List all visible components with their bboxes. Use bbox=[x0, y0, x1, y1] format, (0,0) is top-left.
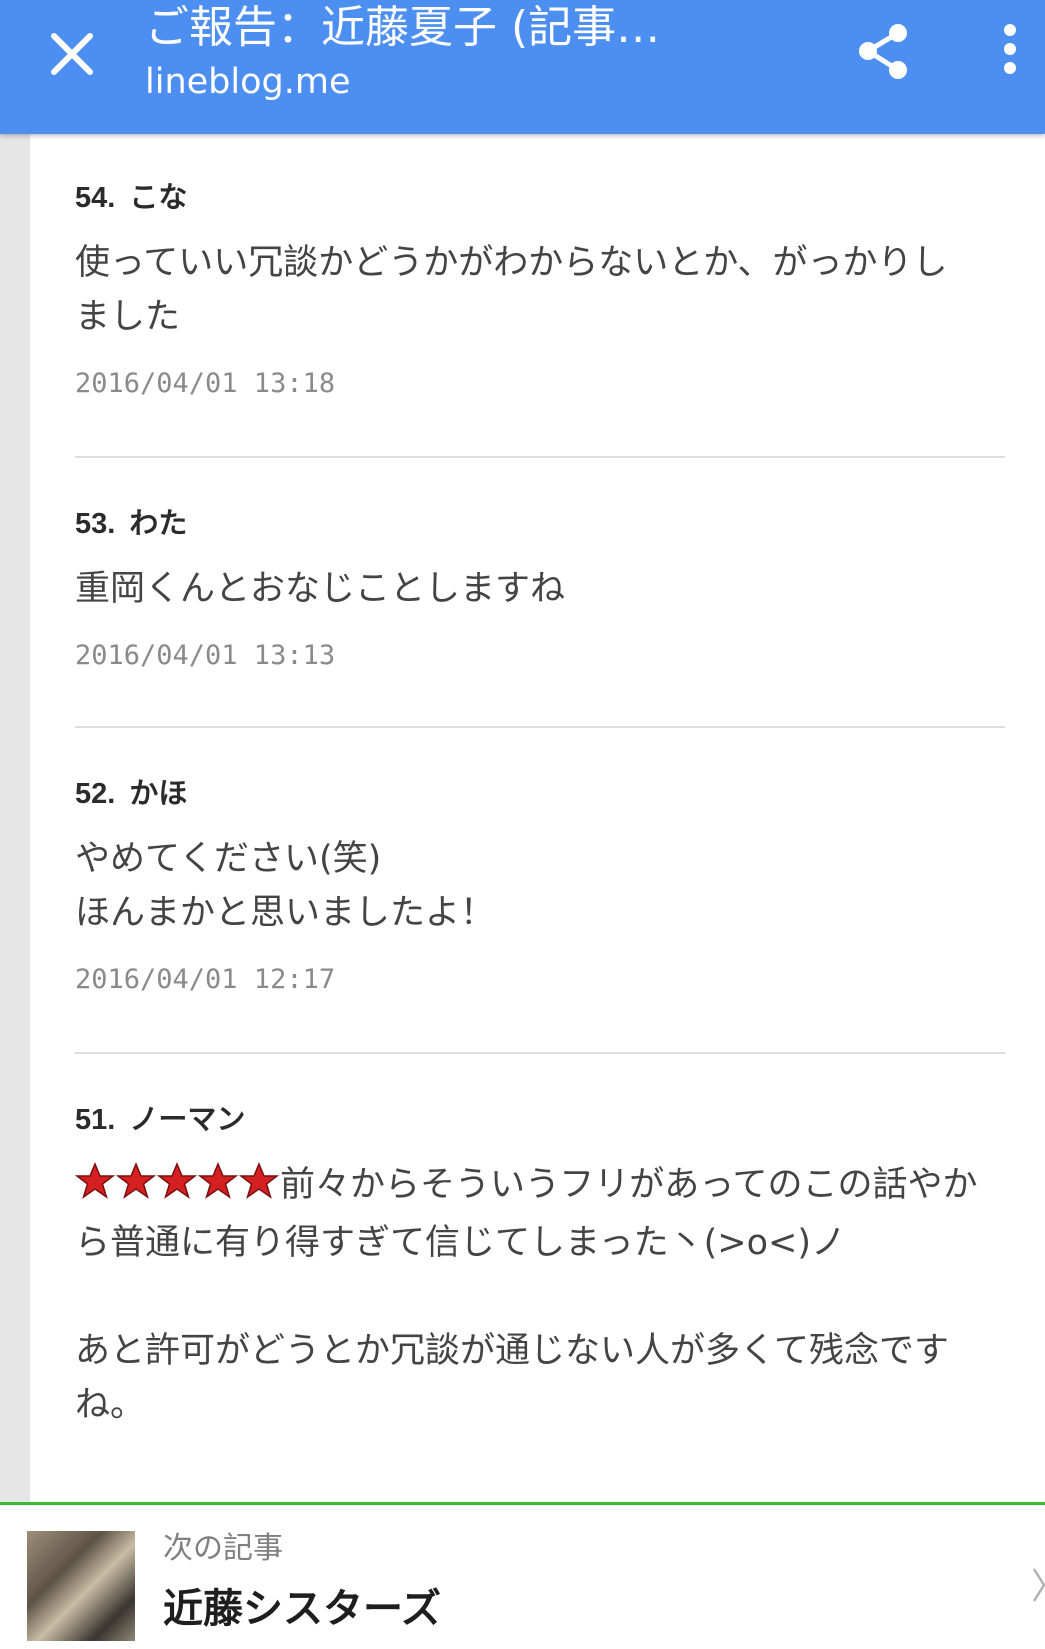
next-article-bar[interactable]: 次の記事 近藤シスターズ bbox=[0, 1502, 1045, 1649]
star-icon bbox=[116, 1162, 156, 1199]
comment-body: 重岡くんとおなじことしますね bbox=[75, 562, 1005, 616]
next-article-label: 次の記事 bbox=[163, 1531, 283, 1566]
star-icon bbox=[75, 1162, 115, 1199]
comment-number: 52. bbox=[75, 778, 116, 810]
comment-line: 使っていい冗談かどうかがわからないとか、がっかりし bbox=[75, 243, 948, 283]
comment-number: 54. bbox=[75, 182, 116, 214]
next-article-thumbnail[interactable] bbox=[27, 1531, 135, 1641]
comment-author: ノーマン bbox=[129, 1104, 246, 1136]
comment-header: 51. ノーマン bbox=[75, 1102, 1005, 1138]
comment-number: 53. bbox=[75, 508, 116, 540]
top-app-bar: ご報告：近藤夏子 (記事… lineblog.me bbox=[0, 0, 1045, 134]
comment-line: ました bbox=[75, 297, 181, 337]
comment-text: 前々からそういうフリがあってのこの話やか bbox=[280, 1165, 978, 1205]
comment-line: ら普通に有り得すぎて信じてしまった丶(>o<)ノ bbox=[75, 1223, 846, 1263]
page-title: ご報告：近藤夏子 (記事… bbox=[145, 2, 661, 53]
comment-header: 53. わた bbox=[75, 506, 1005, 542]
comment-timestamp: 2016/04/01 12:17 bbox=[75, 964, 336, 995]
comment-item: 52. かほ やめてください(笑) ほんまかと思いましたよ！ 2016/04/01… bbox=[75, 728, 1005, 998]
comment-header: 54. こな bbox=[75, 180, 1005, 216]
chevron-right-icon[interactable] bbox=[1032, 1565, 1045, 1605]
comment-line: 重岡くんとおなじことしますね bbox=[75, 569, 566, 609]
comment-item: 54. こな 使っていい冗談かどうかがわからないとか、がっかりし ました 2016… bbox=[75, 134, 1005, 402]
comment-author: こな bbox=[129, 182, 188, 214]
star-icon bbox=[157, 1162, 197, 1199]
comment-line: やめてください(笑) bbox=[75, 839, 382, 879]
comment-author: かほ bbox=[129, 778, 188, 810]
next-article-title[interactable]: 近藤シスターズ bbox=[163, 1583, 441, 1635]
comment-line: あと許可がどうとか冗談が通じない人が多くて残念です bbox=[75, 1331, 949, 1371]
comment-body: やめてください(笑) ほんまかと思いましたよ！ bbox=[75, 832, 1005, 940]
comment-author: わた bbox=[129, 508, 188, 540]
page-domain: lineblog.me bbox=[145, 62, 351, 102]
comment-body: 使っていい冗談かどうかがわからないとか、がっかりし ました bbox=[75, 236, 1005, 344]
share-icon[interactable] bbox=[850, 18, 916, 84]
comment-item: 53. わた 重岡くんとおなじことしますね 2016/04/01 13:13 bbox=[75, 458, 1005, 674]
left-gutter bbox=[0, 0, 30, 1649]
comment-header: 52. かほ bbox=[75, 776, 1005, 812]
comment-body: 前々からそういうフリがあってのこの話やか ら普通に有り得すぎて信じてしまった丶(… bbox=[75, 1158, 1005, 1432]
close-icon[interactable] bbox=[42, 24, 102, 84]
comment-number: 51. bbox=[75, 1104, 116, 1136]
comment-timestamp: 2016/04/01 13:18 bbox=[75, 368, 336, 399]
star-icon bbox=[239, 1162, 279, 1199]
comment-line: ね。 bbox=[75, 1385, 146, 1425]
comment-item: 51. ノーマン 前々からそういうフリがあってのこの話やか ら普通に有り得すぎて信… bbox=[75, 1054, 1005, 1432]
more-vert-icon[interactable] bbox=[990, 20, 1030, 80]
page: ご報告：近藤夏子 (記事… lineblog.me 54. こな 使っていい冗談… bbox=[0, 0, 1045, 1649]
comment-timestamp: 2016/04/01 13:13 bbox=[75, 640, 336, 671]
comment-line: 前々からそういうフリがあってのこの話やか bbox=[75, 1158, 1005, 1216]
comment-line bbox=[75, 1270, 1005, 1324]
star-rating bbox=[75, 1162, 280, 1216]
star-icon bbox=[198, 1162, 238, 1199]
comment-list: 54. こな 使っていい冗談かどうかがわからないとか、がっかりし ました 2016… bbox=[75, 134, 1005, 1432]
comment-line: ほんまかと思いましたよ！ bbox=[75, 893, 496, 933]
